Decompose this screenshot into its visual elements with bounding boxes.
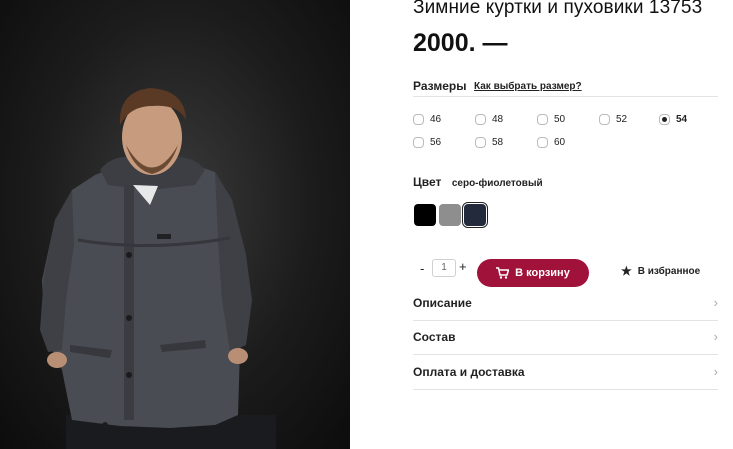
cart-icon [496,267,510,279]
size-label: 50 [554,114,566,125]
chevron-right-icon: › [713,364,718,379]
color-selected-name: серо-фиолетовый [451,178,543,189]
accordion-composition[interactable]: Состав › [413,321,718,355]
accordion-label: Описание [413,296,472,310]
size-option-50[interactable]: 50 [537,112,565,127]
color-swatch-black[interactable] [414,204,436,226]
size-checkbox-selected[interactable] [659,114,670,125]
sizes-header: Размеры Как выбрать размер? [413,79,718,97]
size-label: 46 [430,114,442,125]
size-label: 54 [676,114,688,125]
size-checkbox[interactable] [537,114,548,125]
quantity-stepper: - 1 + [420,259,467,277]
size-option-60[interactable]: 60 [537,135,565,150]
size-label: 52 [616,114,628,125]
size-option-58[interactable]: 58 [475,135,503,150]
color-label: Цвет [413,175,442,189]
quantity-plus-button[interactable]: + [459,259,467,275]
size-checkbox[interactable] [475,114,486,125]
accordion-label: Состав [413,330,456,344]
add-to-cart-label: В корзину [515,267,570,279]
accordion-label: Оплата и доставка [413,365,525,379]
favorites-label: В избранное [637,265,701,277]
add-to-cart-button[interactable]: В корзину [477,259,589,287]
jacket-model-illustration [40,88,276,449]
accordion-description[interactable]: Описание › [413,287,718,321]
product-title: Зимние куртки и пуховики 13753 [413,0,703,18]
size-option-48[interactable]: 48 [475,112,503,127]
chevron-right-icon: › [713,329,718,344]
size-checkbox[interactable] [475,137,486,148]
chevron-right-icon: › [713,295,718,310]
size-checkbox[interactable] [599,114,610,125]
size-option-54[interactable]: 54 [659,112,687,127]
size-label: 58 [492,137,504,148]
size-label: 56 [430,137,442,148]
color-swatch-grey[interactable] [439,204,461,226]
quantity-value: 1 [441,262,447,273]
add-to-favorites-button[interactable]: ★ В избранное [621,264,700,278]
size-option-46[interactable]: 46 [413,112,441,127]
product-price: 2000. — [413,29,508,57]
star-icon: ★ [621,264,632,278]
color-header: Цвет серо-фиолетовый [413,173,543,191]
size-checkbox[interactable] [413,137,424,148]
quantity-minus-button[interactable]: - [420,261,430,276]
color-swatch-grey-violet[interactable] [462,202,488,228]
quantity-field[interactable]: 1 + [432,259,467,277]
size-option-56[interactable]: 56 [413,135,441,150]
size-option-52[interactable]: 52 [599,112,627,127]
accordion-payment-delivery[interactable]: Оплата и доставка › [413,356,718,390]
size-checkbox[interactable] [413,114,424,125]
sizes-label: Размеры [413,79,467,93]
size-guide-link[interactable]: Как выбрать размер? [474,81,582,92]
product-photo[interactable] [0,0,350,449]
size-checkbox[interactable] [537,137,548,148]
size-label: 48 [492,114,504,125]
size-label: 60 [554,137,566,148]
